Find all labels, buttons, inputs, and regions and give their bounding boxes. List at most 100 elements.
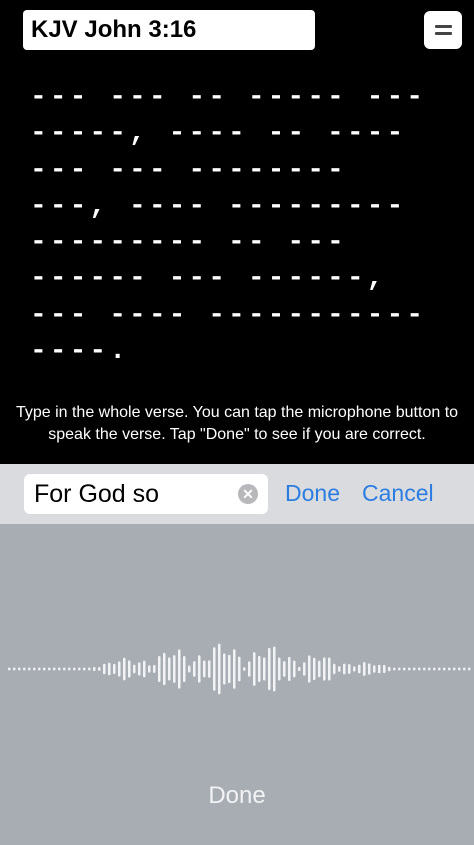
cancel-button[interactable]: Cancel [362,480,434,507]
waveform-bar [433,667,436,671]
waveform-bar [58,667,61,671]
waveform-bar [208,660,211,678]
verse-reference-field[interactable]: KJV John 3:16 [23,10,315,50]
menu-button[interactable] [424,11,462,49]
waveform-bar [383,664,386,674]
waveform-bar [43,667,46,671]
waveform-bar [133,664,136,674]
waveform-bar [88,667,91,671]
waveform-bar [328,657,331,681]
verse-line: ----. [30,336,130,368]
waveform-bar [288,656,291,682]
waveform-bar [33,667,36,671]
waveform-bar [178,649,181,689]
waveform-bar [183,655,186,683]
waveform-bar [353,666,356,672]
waveform-bar [443,667,446,671]
waveform-bar [338,666,341,672]
done-button[interactable]: Done [285,480,340,507]
waveform-bar [103,663,106,675]
verse-line: ---, ---- --------- [30,190,407,222]
waveform-bar [313,657,316,681]
waveform-bar [138,662,141,676]
waveform-bar [373,665,376,673]
waveform-bar [403,667,406,671]
waveform-bar [393,667,396,671]
waveform-bar [273,646,276,692]
waveform-bar [188,665,191,673]
waveform-bar [438,667,441,671]
verse-line: --- --- -------- [30,154,347,186]
waveform-bar [203,660,206,678]
waveform-bar [213,647,216,691]
waveform-bar [113,663,116,675]
waveform-bar [258,655,261,683]
verse-line: --------- -- --- [30,227,347,259]
waveform-bar [78,667,81,671]
waveform-bar [198,655,201,683]
waveform-bar [223,653,226,685]
waveform-bar [118,661,121,677]
waveform-bar [343,663,346,675]
waveform-bar [358,664,361,674]
waveform-bar [283,661,286,677]
waveform-bar [408,667,411,671]
verse-line: --- ---- ----------- [30,299,427,331]
waveform-bar [38,667,41,671]
waveform-bar [68,667,71,671]
hamburger-icon-line-bottom [434,32,452,35]
waveform-bar [168,657,171,681]
waveform-bar [8,667,11,671]
waveform-bar [308,655,311,683]
verse-reference-text: KJV John 3:16 [31,16,197,43]
waveform-bar [468,667,471,671]
waveform-bar [143,660,146,678]
waveform-icon [8,643,471,695]
waveform-bar [163,652,166,686]
waveform-bar [368,663,371,675]
waveform-bar [423,667,426,671]
verse-input[interactable]: For God so ✕ [24,474,268,514]
waveform-bar [458,667,461,671]
waveform-bar [233,649,236,689]
waveform-bar [148,665,151,673]
dictation-panel: Done [0,524,474,845]
waveform-bar [83,667,86,671]
waveform-bar [218,643,221,695]
waveform-bar [263,657,266,681]
waveform-bar [108,662,111,676]
waveform-bar [48,667,51,671]
waveform-bar [298,666,301,672]
waveform-bar [318,660,321,678]
waveform-bar [248,661,251,677]
waveform-bar [293,660,296,678]
waveform-bar [93,666,96,672]
waveform-bar [333,663,336,675]
waveform-bar [323,657,326,681]
instructions-text: Type in the whole verse. You can tap the… [15,404,459,443]
waveform-bar [63,667,66,671]
waveform-bar [418,667,421,671]
waveform-bar [463,667,466,671]
waveform-bar [98,666,101,672]
waveform-bar [378,664,381,674]
waveform-bar [18,667,21,671]
waveform-bar [388,666,391,672]
waveform-bar [278,657,281,681]
hamburger-icon-line-top [434,25,452,28]
waveform-bar [128,660,131,678]
verse-input-value: For God so [34,479,160,508]
waveform-bar [453,667,456,671]
waveform-bar [303,662,306,676]
waveform-bar [428,667,431,671]
waveform-bar [238,656,241,682]
clear-icon[interactable]: ✕ [238,484,258,504]
waveform-bar [193,661,196,677]
waveform-bar [413,667,416,671]
input-bar: For God so ✕ Done Cancel [0,464,474,524]
dictation-done-button[interactable]: Done [0,782,474,810]
waveform-bar [73,667,76,671]
waveform-bar [448,667,451,671]
waveform-bar [348,664,351,674]
waveform-bar [398,667,401,671]
